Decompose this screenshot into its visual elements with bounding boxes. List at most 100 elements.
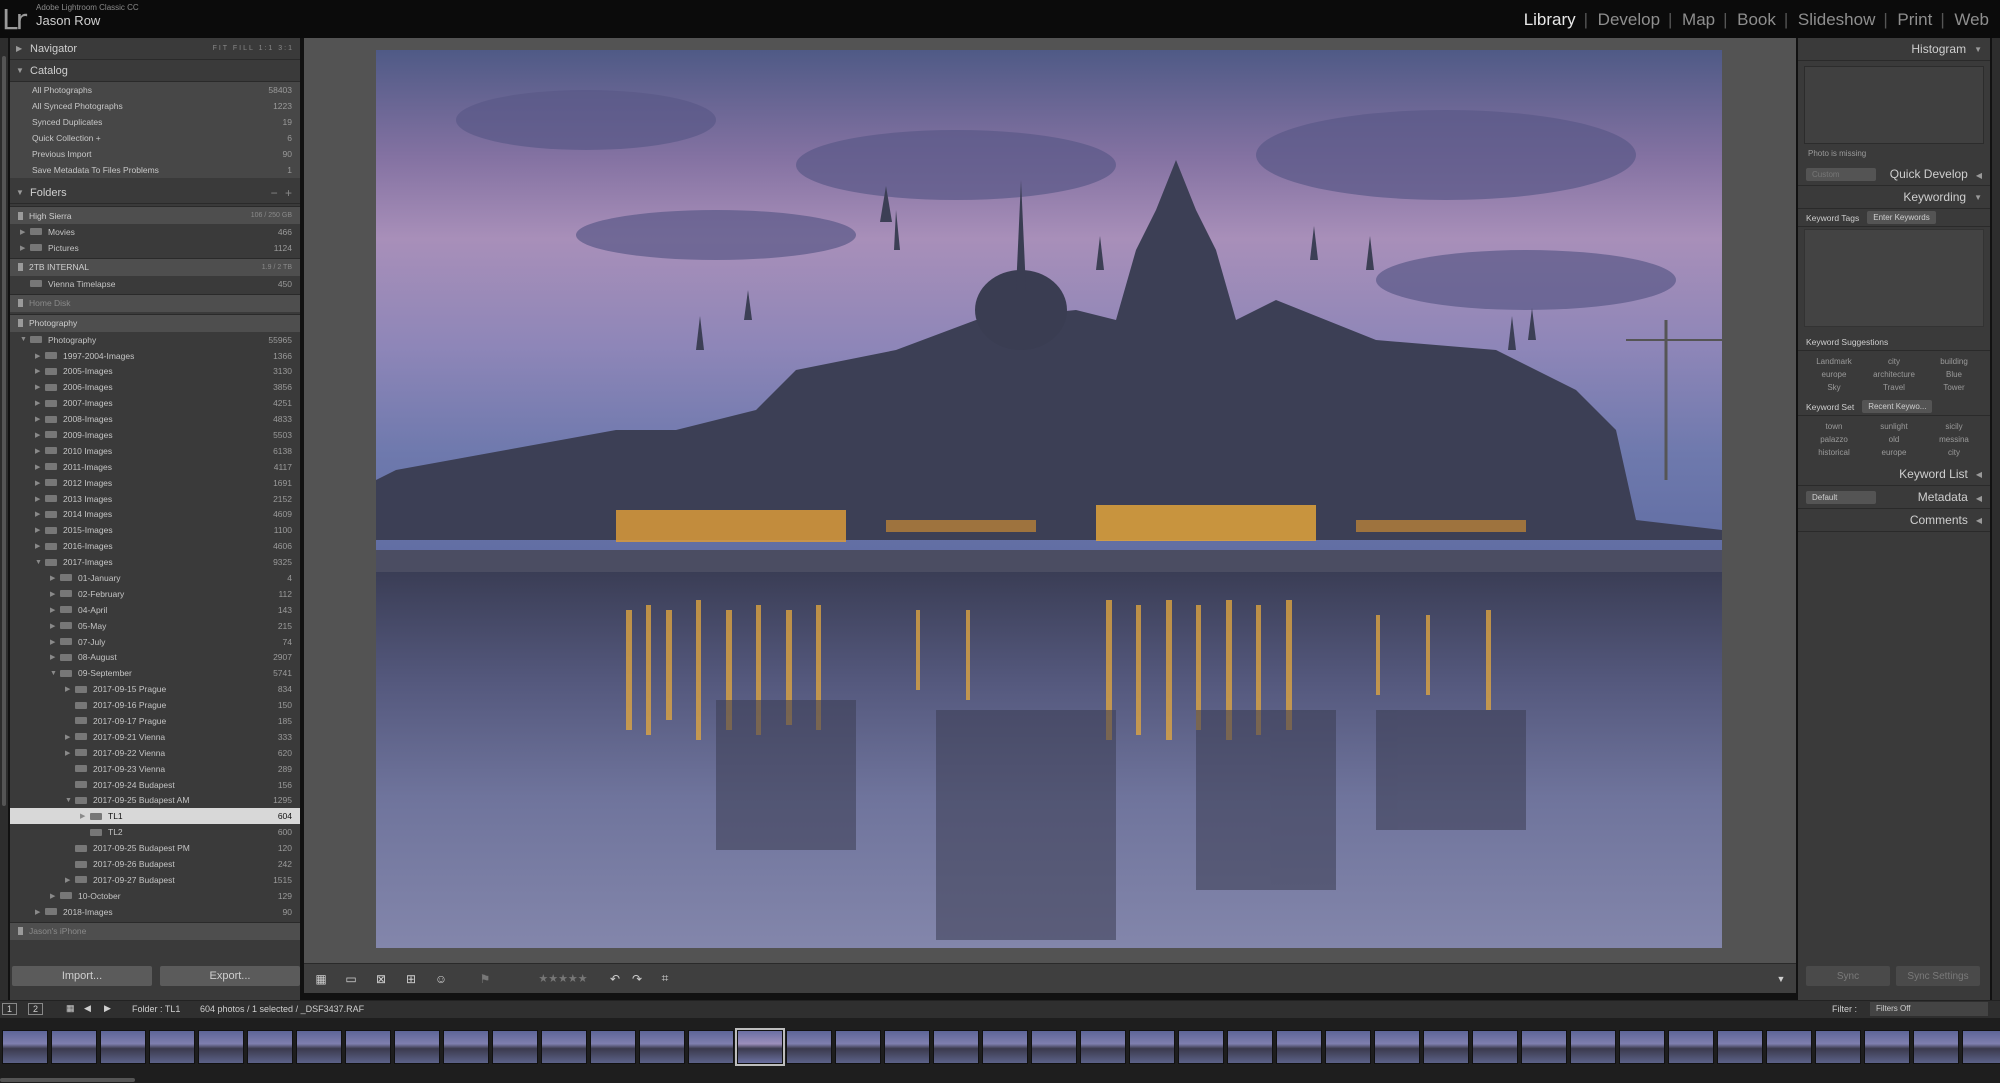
collapse-triangle-icon[interactable]: ▶	[80, 812, 90, 820]
volume-photography[interactable]: Photography	[10, 313, 300, 332]
collapse-triangle-icon[interactable]: ▶	[35, 908, 45, 916]
filmstrip-thumbnail[interactable]	[884, 1030, 930, 1064]
metadata-preset-dropdown[interactable]: Default	[1806, 490, 1876, 504]
collapse-triangle-icon[interactable]: ▶	[20, 244, 30, 252]
keyword-chip[interactable]: Sky	[1804, 383, 1864, 392]
left-panel-scrollbar[interactable]	[0, 38, 8, 1000]
filmstrip-thumbnail[interactable]	[1129, 1030, 1175, 1064]
filmstrip-thumbnail[interactable]	[1374, 1030, 1420, 1064]
filmstrip-thumbnail[interactable]	[443, 1030, 489, 1064]
collapse-triangle-icon[interactable]: ▶	[50, 606, 60, 614]
folder-row[interactable]: ▶ TL1 604	[10, 808, 300, 825]
filmstrip-thumbnail[interactable]	[786, 1030, 832, 1064]
filmstrip-thumbnail[interactable]	[835, 1030, 881, 1064]
enter-keywords-dropdown[interactable]: Enter Keywords	[1867, 211, 1936, 224]
filmstrip-thumbnail[interactable]	[1619, 1030, 1665, 1064]
filmstrip-thumbnail[interactable]	[1325, 1030, 1371, 1064]
filmstrip-thumbnail[interactable]	[1766, 1030, 1812, 1064]
quick-develop-preset[interactable]: Custom	[1806, 167, 1876, 181]
filmstrip-thumbnail[interactable]	[1570, 1030, 1616, 1064]
catalog-header[interactable]: ▼ Catalog	[10, 60, 300, 82]
folder-row[interactable]: 2017-09-16 Prague 150	[10, 697, 300, 713]
catalog-item[interactable]: All Photographs 58403	[10, 82, 300, 98]
folder-row[interactable]: 2017-09-26 Budapest 242	[10, 856, 300, 872]
keyword-chip[interactable]: messina	[1924, 435, 1984, 444]
filmstrip-thumbnail[interactable]	[1178, 1030, 1224, 1064]
keyword-chip[interactable]: europe	[1864, 448, 1924, 457]
filmstrip-thumbnail[interactable]	[296, 1030, 342, 1064]
catalog-item[interactable]: Previous Import 90	[10, 146, 300, 162]
collapse-triangle-icon[interactable]: ▶	[50, 653, 60, 661]
folder-row[interactable]: ▶ 2016-Images 4606	[10, 538, 300, 554]
selection-info[interactable]: 604 photos / 1 selected / _DSF3437.RAF	[200, 1004, 364, 1014]
collapse-triangle-icon[interactable]: ▶	[50, 590, 60, 598]
folder-row[interactable]: ▶ Movies 466	[10, 224, 300, 240]
folder-row[interactable]: ▶ 2015-Images 1100	[10, 522, 300, 538]
filmstrip-thumbnail[interactable]	[1472, 1030, 1518, 1064]
filmstrip-thumbnail[interactable]	[541, 1030, 587, 1064]
folder-row[interactable]: ▶ 2007-Images 4251	[10, 395, 300, 411]
filmstrip-thumbnail[interactable]	[1962, 1030, 2000, 1064]
folder-row[interactable]: ▶ 2017-09-21 Vienna 333	[10, 729, 300, 745]
keyword-chip[interactable]: building	[1924, 357, 1984, 366]
folder-row[interactable]: ▼ 09-September 5741	[10, 665, 300, 681]
collapse-triangle-icon[interactable]: ▶	[50, 892, 60, 900]
folder-row[interactable]: ▶ 02-February 112	[10, 586, 300, 602]
sync-button[interactable]: Sync	[1806, 966, 1890, 986]
rotate-right-icon[interactable]: ↷	[626, 971, 648, 986]
collapse-triangle-icon[interactable]: ▶	[35, 479, 45, 487]
keyword-chip[interactable]: sicily	[1924, 422, 1984, 431]
folder-row[interactable]: ▶ 01-January 4	[10, 570, 300, 586]
right-panel-scrollbar[interactable]	[1992, 38, 2000, 1000]
module-develop[interactable]: Develop	[1584, 10, 1671, 30]
module-print[interactable]: Print	[1883, 10, 1943, 30]
folder-row[interactable]: 2017-09-25 Budapest PM 120	[10, 840, 300, 856]
keyword-chip[interactable]: architecture	[1864, 370, 1924, 379]
filmstrip-thumbnail[interactable]	[1031, 1030, 1077, 1064]
keyword-list-header[interactable]: Keyword List ◀	[1798, 463, 1990, 486]
folder-add-remove-icon[interactable]: − +	[271, 186, 294, 200]
folder-row[interactable]: ▶ Pictures 1124	[10, 240, 300, 256]
filmstrip-scrollbar[interactable]	[0, 1078, 135, 1082]
filmstrip-thumbnail[interactable]	[1864, 1030, 1910, 1064]
folder-row[interactable]: 2017-09-17 Prague 185	[10, 713, 300, 729]
keyword-chip[interactable]: europe	[1804, 370, 1864, 379]
keyword-set-dropdown[interactable]: Recent Keywo...	[1862, 400, 1933, 413]
compare-view-icon[interactable]: ⊠	[370, 971, 392, 986]
navigator-header[interactable]: ▶ Navigator FIT FILL 1:1 3:1	[10, 38, 300, 60]
filmstrip-thumbnail[interactable]	[100, 1030, 146, 1064]
comments-header[interactable]: Comments ◀	[1798, 509, 1990, 532]
module-slideshow[interactable]: Slideshow	[1784, 10, 1887, 30]
catalog-item[interactable]: Synced Duplicates 19	[10, 114, 300, 130]
filmstrip-thumbnail[interactable]	[198, 1030, 244, 1064]
keyword-chip[interactable]: city	[1864, 357, 1924, 366]
navigator-zoom-tools[interactable]: FIT FILL 1:1 3:1	[213, 45, 294, 52]
keyword-tags-input[interactable]	[1804, 229, 1984, 327]
folder-row[interactable]: ▶ 2009-Images 5503	[10, 427, 300, 443]
collapse-triangle-icon[interactable]: ▶	[35, 399, 45, 407]
back-arrow-icon[interactable]: ◀	[84, 1003, 91, 1014]
filmstrip-thumbnail[interactable]	[1276, 1030, 1322, 1064]
collapse-triangle-icon[interactable]: ▶	[65, 876, 75, 884]
filmstrip-thumbnail[interactable]	[1717, 1030, 1763, 1064]
folder-row[interactable]: Vienna Timelapse 450	[10, 276, 300, 292]
collapse-triangle-icon[interactable]: ▶	[65, 685, 75, 693]
collapse-triangle-icon[interactable]: ▶	[65, 749, 75, 757]
folder-row[interactable]: ▶ 2018-Images 90	[10, 904, 300, 920]
folder-row[interactable]: ▶ 05-May 215	[10, 618, 300, 634]
import-button[interactable]: Import...	[12, 966, 152, 986]
filmstrip-thumbnail[interactable]	[982, 1030, 1028, 1064]
collapse-triangle-icon[interactable]: ▶	[50, 574, 60, 582]
module-web[interactable]: Web	[1940, 10, 2000, 30]
filmstrip-thumbnail[interactable]	[1080, 1030, 1126, 1064]
folder-row[interactable]: ▶ 04-April 143	[10, 602, 300, 618]
folder-row[interactable]: ▶ 1997-2004-Images 1366	[10, 348, 300, 364]
filmstrip-thumbnail[interactable]	[345, 1030, 391, 1064]
folder-row[interactable]: TL2 600	[10, 824, 300, 840]
collapse-triangle-icon[interactable]: ▶	[35, 542, 45, 550]
forward-arrow-icon[interactable]: ▶	[104, 1003, 111, 1014]
folder-row[interactable]: ▶ 08-August 2907	[10, 649, 300, 665]
filmstrip-thumbnail[interactable]	[1423, 1030, 1469, 1064]
keyword-chip[interactable]: Tower	[1924, 383, 1984, 392]
keyword-chip[interactable]: historical	[1804, 448, 1864, 457]
